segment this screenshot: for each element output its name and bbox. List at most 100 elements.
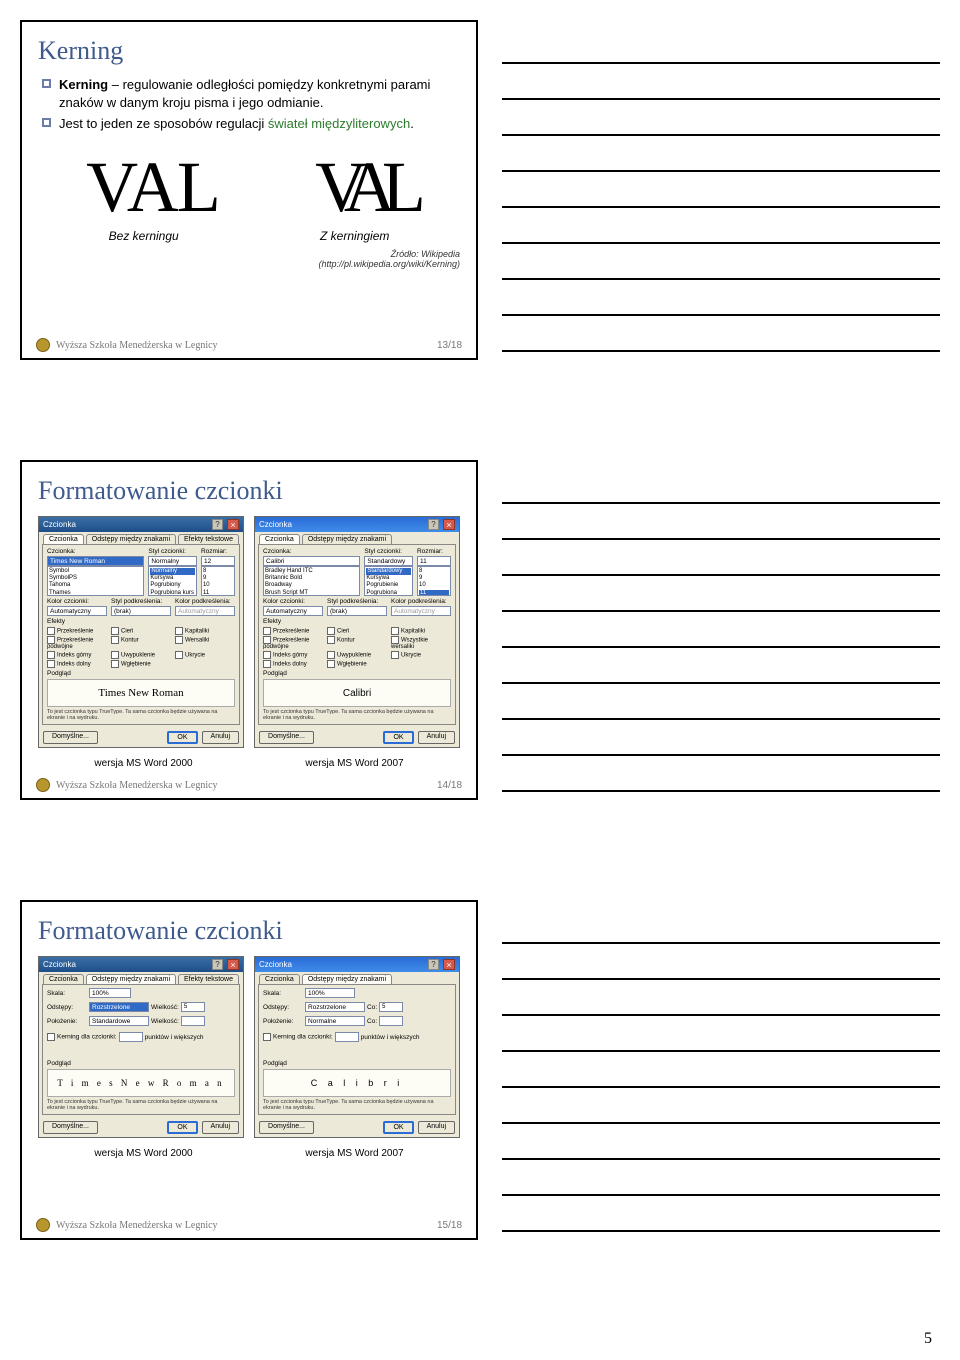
scale-row: Skala: 100% bbox=[47, 988, 235, 998]
font-listbox[interactable]: Bradley Hand ITC Britannic Bold Broadway… bbox=[263, 566, 360, 596]
close-icon[interactable]: × bbox=[443, 959, 455, 970]
close-icon[interactable]: × bbox=[443, 519, 455, 530]
style-input[interactable]: Normalny bbox=[148, 556, 197, 566]
tab-spacing[interactable]: Odstępy między znakami bbox=[86, 974, 176, 984]
chk-hidden[interactable]: Ukrycie bbox=[175, 651, 235, 659]
position-row: Położenie: Normalne Co: bbox=[263, 1016, 451, 1026]
ok-button[interactable]: OK bbox=[383, 1121, 413, 1134]
chk-emboss[interactable]: Uwypuklenie bbox=[327, 651, 387, 659]
chk-allcaps[interactable]: Wszystkie wersaliki bbox=[391, 636, 451, 650]
dialog-titlebar: Czcionka ? × bbox=[255, 957, 459, 972]
chk-kerning[interactable]: Kerning dla czcionki: bbox=[47, 1033, 117, 1041]
size-input[interactable]: 11 bbox=[417, 556, 451, 566]
chk-engrave[interactable]: Wgłębienie bbox=[111, 660, 171, 668]
cancel-button[interactable]: Anuluj bbox=[418, 1121, 455, 1134]
tab-effects[interactable]: Efekty tekstowe bbox=[178, 974, 239, 984]
school-logo-icon bbox=[36, 778, 50, 792]
slide-kerning: Kerning Kerning – regulowanie odległości… bbox=[20, 20, 478, 360]
chk-kerning[interactable]: Kerning dla czcionki: bbox=[263, 1033, 333, 1041]
size-listbox[interactable]: 8 9 10 11 12 bbox=[201, 566, 235, 596]
chk-outline[interactable]: Kontur bbox=[327, 636, 387, 650]
chk-dstrike[interactable]: Przekreślenie podwójne bbox=[47, 636, 107, 650]
chk-emboss[interactable]: Uwypuklenie bbox=[111, 651, 171, 659]
position-spinner[interactable] bbox=[181, 1016, 205, 1026]
spacing-dropdown[interactable]: Rozstrzelone bbox=[89, 1002, 149, 1012]
chk-smallcaps[interactable]: Kapitaliki bbox=[391, 627, 451, 635]
tab-spacing[interactable]: Odstępy między znakami bbox=[302, 974, 392, 984]
cancel-button[interactable]: Anuluj bbox=[202, 1121, 239, 1134]
tab-effects[interactable]: Efekty tekstowe bbox=[178, 534, 239, 544]
color-dropdown[interactable]: Automatyczny bbox=[47, 606, 107, 616]
note-line bbox=[502, 1088, 940, 1124]
kerning-spinner[interactable] bbox=[119, 1032, 143, 1042]
default-button[interactable]: Domyślne... bbox=[259, 1121, 314, 1134]
note-line bbox=[502, 540, 940, 576]
default-button[interactable]: Domyślne... bbox=[43, 1121, 98, 1134]
tab-font[interactable]: Czcionka bbox=[259, 534, 300, 544]
note-line bbox=[502, 100, 940, 136]
underline-dropdown[interactable]: (brak) bbox=[327, 606, 387, 616]
style-listbox[interactable]: Standardowy Kursywa Pogrubienie Pogrubio… bbox=[364, 566, 413, 596]
chk-outline[interactable]: Kontur bbox=[111, 636, 171, 650]
note-line bbox=[502, 280, 940, 316]
color-dropdown[interactable]: Automatyczny bbox=[263, 606, 323, 616]
chk-hidden[interactable]: Ukrycie bbox=[391, 651, 451, 659]
undercolor-dropdown[interactable]: Automatyczny bbox=[175, 606, 235, 616]
chk-super[interactable]: Indeks górny bbox=[263, 651, 323, 659]
position-dropdown[interactable]: Standardowe bbox=[89, 1016, 149, 1026]
size-listbox[interactable]: 8 9 10 11 12 bbox=[417, 566, 451, 596]
chk-strike[interactable]: Przekreślenie bbox=[47, 627, 107, 635]
undercolor-dropdown[interactable]: Automatyczny bbox=[391, 606, 451, 616]
kerning-spinner[interactable] bbox=[335, 1032, 359, 1042]
chk-smallcaps[interactable]: Kapitaliki bbox=[175, 627, 235, 635]
default-button[interactable]: Domyślne... bbox=[259, 731, 314, 744]
chk-engrave[interactable]: Wgłębienie bbox=[327, 660, 387, 668]
chk-shadow[interactable]: Cień bbox=[111, 627, 171, 635]
chk-sub[interactable]: Indeks dolny bbox=[47, 660, 107, 668]
tab-spacing[interactable]: Odstępy między znakami bbox=[302, 534, 392, 544]
help-icon[interactable]: ? bbox=[428, 519, 439, 530]
close-icon[interactable]: × bbox=[227, 519, 239, 530]
close-icon[interactable]: × bbox=[227, 959, 239, 970]
cancel-button[interactable]: Anuluj bbox=[202, 731, 239, 744]
chk-sub[interactable]: Indeks dolny bbox=[263, 660, 323, 668]
underline-label: Styl podkreślenia: bbox=[327, 598, 387, 605]
font-input[interactable]: Times New Roman bbox=[47, 556, 144, 566]
help-icon[interactable]: ? bbox=[212, 959, 223, 970]
font-listbox[interactable]: Symbol SymbolPS Tahoma Thames Times New … bbox=[47, 566, 144, 596]
source-line-2: (http://pl.wikipedia.org/wiki/Kerning) bbox=[38, 259, 460, 270]
scale-row: Skala: 100% bbox=[263, 988, 451, 998]
tab-font[interactable]: Czcionka bbox=[259, 974, 300, 984]
ok-button[interactable]: OK bbox=[167, 1121, 197, 1134]
spacing-spinner[interactable]: 5 bbox=[379, 1002, 403, 1012]
size-input[interactable]: 12 bbox=[201, 556, 235, 566]
spacing-dropdown[interactable]: Rozstrzelone bbox=[305, 1002, 365, 1012]
truetype-note: To jest czcionka typu TrueType. Ta sama … bbox=[47, 709, 235, 721]
default-button[interactable]: Domyślne... bbox=[43, 731, 98, 744]
position-spinner[interactable] bbox=[379, 1016, 403, 1026]
underline-dropdown[interactable]: (brak) bbox=[111, 606, 171, 616]
tab-font[interactable]: Czcionka bbox=[43, 534, 84, 544]
chk-dstrike[interactable]: Przekreślenie podwójne bbox=[263, 636, 323, 650]
font-input[interactable]: Calibri bbox=[263, 556, 360, 566]
style-input[interactable]: Standardowy bbox=[364, 556, 413, 566]
position-dropdown[interactable]: Normalne bbox=[305, 1016, 365, 1026]
ok-button[interactable]: OK bbox=[167, 731, 197, 744]
ok-button[interactable]: OK bbox=[383, 731, 413, 744]
help-icon[interactable]: ? bbox=[428, 959, 439, 970]
scale-dropdown[interactable]: 100% bbox=[305, 988, 355, 998]
demo-captions: Bez kerningu Z kerningiem bbox=[38, 229, 460, 243]
chk-shadow[interactable]: Cień bbox=[327, 627, 387, 635]
cancel-button[interactable]: Anuluj bbox=[418, 731, 455, 744]
bullet-text: Jest to jeden ze sposobów regulacji świa… bbox=[59, 115, 460, 133]
style-listbox[interactable]: Normalny Kursywa Pogrubiony Pogrubiona k… bbox=[148, 566, 197, 596]
tab-font[interactable]: Czcionka bbox=[43, 974, 84, 984]
style-label: Styl czcionki: bbox=[364, 548, 413, 555]
chk-super[interactable]: Indeks górny bbox=[47, 651, 107, 659]
help-icon[interactable]: ? bbox=[212, 519, 223, 530]
chk-strike[interactable]: Przekreślenie bbox=[263, 627, 323, 635]
scale-dropdown[interactable]: 100% bbox=[89, 988, 131, 998]
spacing-spinner[interactable]: 5 bbox=[181, 1002, 205, 1012]
tab-spacing[interactable]: Odstępy między znakami bbox=[86, 534, 176, 544]
chk-allcaps[interactable]: Wersaliki bbox=[175, 636, 235, 650]
